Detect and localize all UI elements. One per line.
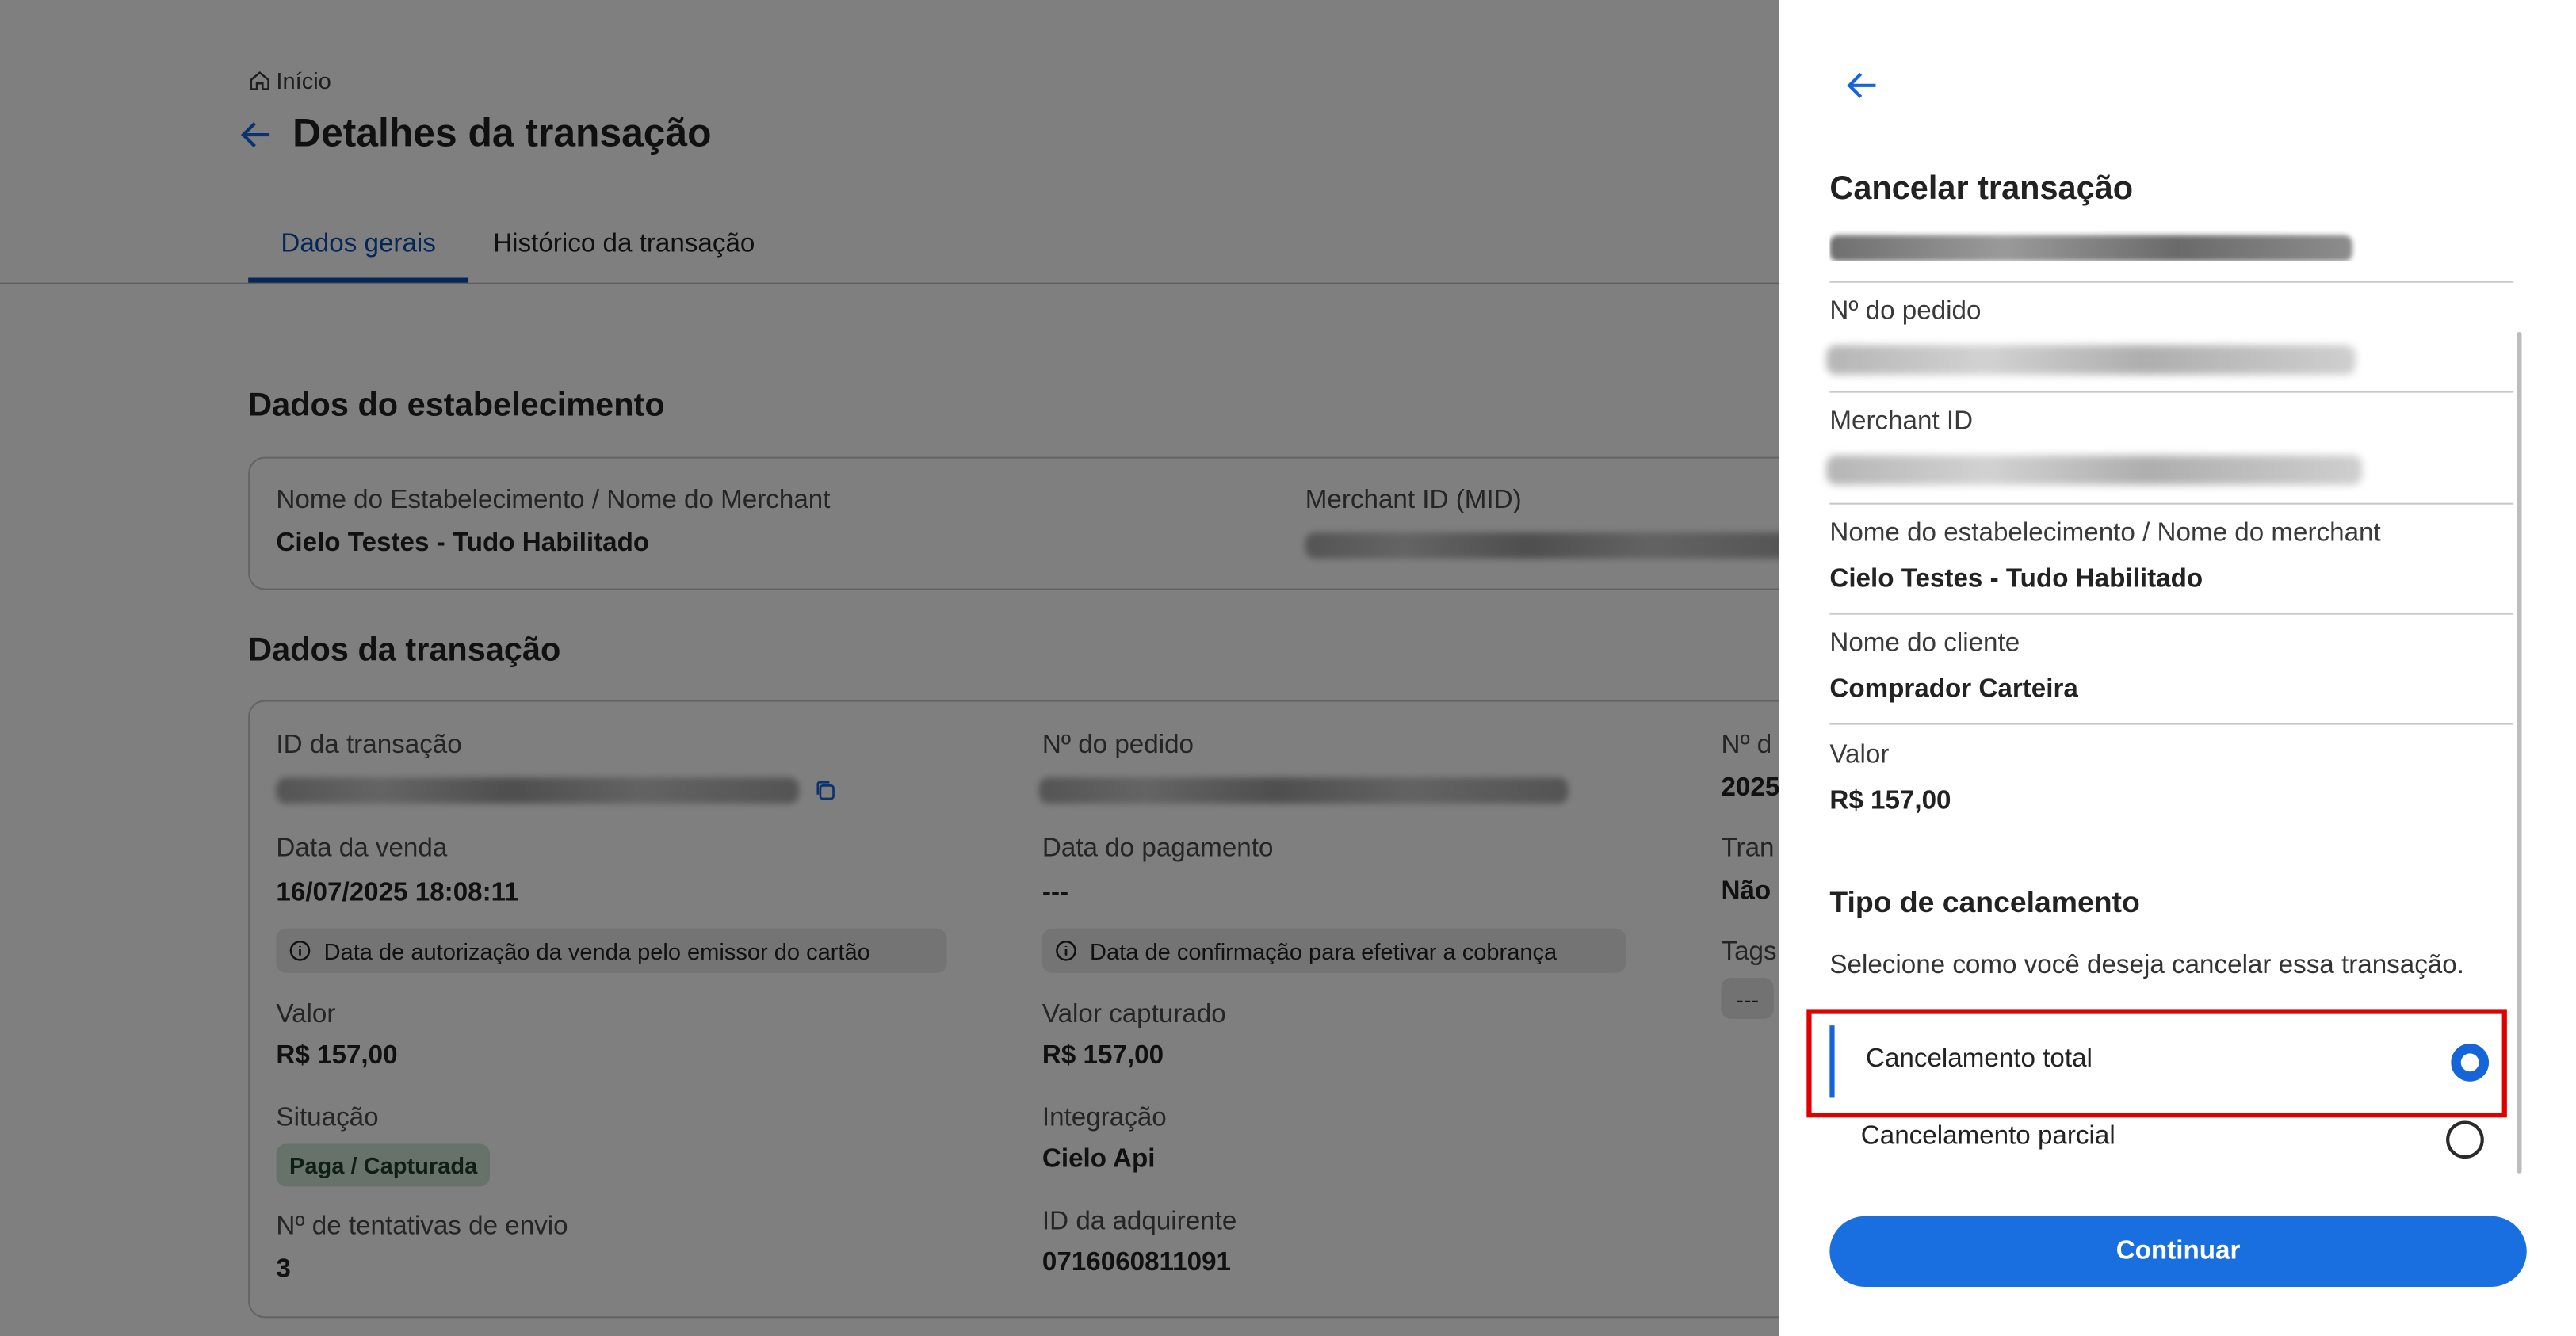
option-cancel-partial-label: Cancelamento parcial	[1860, 1122, 2115, 1151]
cancel-transaction-drawer: Cancelar transação Nº do pedido Merchant…	[1779, 0, 2576, 1336]
cancel-type-title: Tipo de cancelamento	[1829, 885, 2140, 919]
option-cancel-total-label: Cancelamento total	[1865, 1045, 2093, 1074]
drawer-title: Cancelar transação	[1829, 170, 2134, 208]
drawer-merchant-id-label: Merchant ID	[1829, 407, 1974, 436]
drawer-value-value: R$ 157,00	[1829, 787, 1951, 815]
drawer-client-label: Nome do cliente	[1829, 629, 2020, 658]
continue-button[interactable]: Continuar	[1829, 1216, 2527, 1287]
drawer-establishment-label: Nome do estabelecimento / Nome do mercha…	[1829, 519, 2381, 548]
drawer-order-redacted	[1826, 345, 2356, 375]
modal-backdrop[interactable]	[0, 0, 1779, 1336]
divider	[1829, 613, 2514, 615]
scrollbar[interactable]	[2517, 331, 2522, 1174]
divider	[1829, 281, 2514, 283]
scrolled-transaction-id	[1829, 225, 2520, 261]
drawer-client-value: Comprador Carteira	[1829, 675, 2078, 704]
option-cancel-total[interactable]: Cancelamento total	[1829, 1025, 2513, 1098]
radio-unselected[interactable]	[2446, 1120, 2484, 1159]
drawer-merchant-id-redacted	[1826, 455, 2363, 485]
drawer-order-label: Nº do pedido	[1829, 297, 1982, 326]
back-arrow-icon[interactable]	[1843, 66, 1882, 105]
radio-selected[interactable]	[2451, 1043, 2490, 1082]
divider	[1829, 723, 2514, 725]
cancel-type-helper: Selecione como você deseja cancelar essa…	[1829, 951, 2464, 980]
divider	[1829, 502, 2514, 505]
drawer-value-label: Valor	[1829, 741, 1890, 769]
divider	[1829, 391, 2514, 393]
option-cancel-partial[interactable]: Cancelamento parcial	[1829, 1103, 2513, 1175]
drawer-establishment-value: Cielo Testes - Tudo Habilitado	[1829, 565, 2203, 594]
